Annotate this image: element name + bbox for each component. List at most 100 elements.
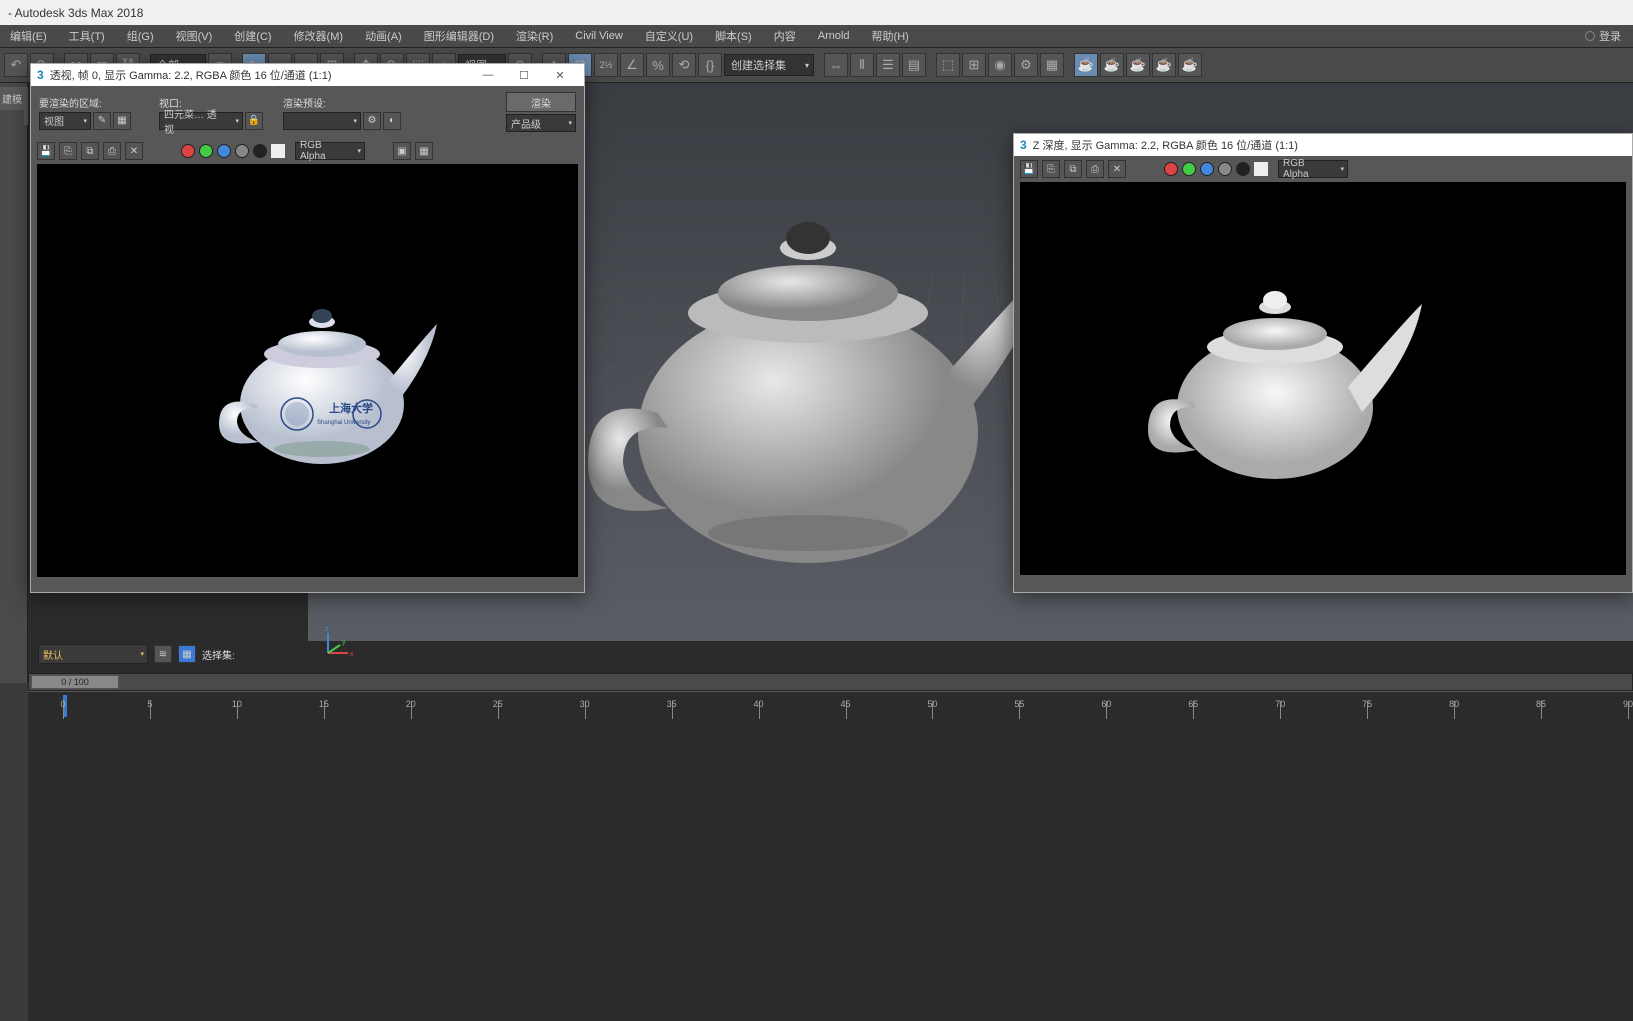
render-setup-icon-button[interactable]: ⚙ bbox=[363, 112, 381, 130]
copy-button[interactable]: ⎘ bbox=[1042, 160, 1060, 178]
close-button[interactable]: ✕ bbox=[542, 65, 578, 85]
layer-toggle-button[interactable]: ≋ bbox=[154, 645, 172, 663]
env-button[interactable]: ◐ bbox=[383, 112, 401, 130]
render-title: 透视, 帧 0, 显示 Gamma: 2.2, RGBA 颜色 16 位/通道 … bbox=[50, 67, 332, 83]
user-icon bbox=[1585, 31, 1595, 41]
menu-civil-view[interactable]: Civil View bbox=[575, 30, 622, 42]
save-image-button[interactable]: 💾 bbox=[37, 142, 55, 160]
spinner-snap-button[interactable]: ⟲ bbox=[672, 53, 696, 77]
product-dropdown[interactable]: 产品级 bbox=[506, 114, 576, 132]
channel-dropdown[interactable]: RGB Alpha bbox=[1278, 160, 1348, 178]
channel-blue-button[interactable] bbox=[217, 144, 231, 158]
overlay-b-button[interactable]: ▦ bbox=[415, 142, 433, 160]
clone-button[interactable]: ⧉ bbox=[81, 142, 99, 160]
region-dropdown[interactable]: 视图 bbox=[39, 112, 91, 130]
menu-arnold[interactable]: Arnold bbox=[818, 30, 850, 42]
isolate-button[interactable]: ▦ bbox=[178, 645, 196, 663]
menu-create[interactable]: 创建(C) bbox=[234, 28, 271, 44]
render-prod-button[interactable]: ☕ bbox=[1074, 53, 1098, 77]
menu-animation[interactable]: 动画(A) bbox=[365, 28, 402, 44]
minimize-button[interactable]: ― bbox=[470, 65, 506, 85]
menu-render[interactable]: 渲染(R) bbox=[516, 28, 553, 44]
teapot-model[interactable] bbox=[558, 153, 1058, 573]
menu-edit[interactable]: 编辑(E) bbox=[10, 28, 47, 44]
region-edit-button[interactable]: ✎ bbox=[93, 112, 111, 130]
render-frame-button[interactable]: ▦ bbox=[1040, 53, 1064, 77]
material-button[interactable]: ◉ bbox=[988, 53, 1012, 77]
channel-mono-button[interactable] bbox=[253, 144, 267, 158]
render-last-button[interactable]: ☕ bbox=[1178, 53, 1202, 77]
menu-modifiers[interactable]: 修改器(M) bbox=[294, 28, 344, 44]
schematic-button[interactable]: ⊞ bbox=[962, 53, 986, 77]
render-button[interactable]: 渲染 bbox=[506, 92, 576, 112]
menu-help[interactable]: 帮助(H) bbox=[872, 28, 909, 44]
login-button[interactable]: 登录 bbox=[1585, 28, 1621, 44]
time-slider-track[interactable]: 0 / 100 bbox=[28, 673, 1633, 691]
render-iter-button[interactable]: ☕ bbox=[1100, 53, 1124, 77]
save-image-button[interactable]: 💾 bbox=[1020, 160, 1038, 178]
render-online-button[interactable]: ☕ bbox=[1152, 53, 1176, 77]
channel-green-button[interactable] bbox=[199, 144, 213, 158]
preset-dropdown[interactable] bbox=[283, 112, 361, 130]
snap2-button[interactable]: 2½ bbox=[594, 53, 618, 77]
rendered-teapot-icon: 上海大学 Shanghai University bbox=[197, 264, 447, 474]
left-panel: 建模 定义流 bbox=[0, 83, 28, 683]
ribbon-button[interactable]: ▤ bbox=[902, 53, 926, 77]
render-canvas-zdepth[interactable] bbox=[1020, 182, 1626, 575]
render-window-titlebar-z[interactable]: 3 Z 深度, 显示 Gamma: 2.2, RGBA 颜色 16 位/通道 (… bbox=[1014, 134, 1632, 156]
menu-customize[interactable]: 自定义(U) bbox=[645, 28, 693, 44]
region-auto-button[interactable]: ▦ bbox=[113, 112, 131, 130]
print-button[interactable]: ⎙ bbox=[1086, 160, 1104, 178]
maximize-button[interactable]: ☐ bbox=[506, 65, 542, 85]
menu-view[interactable]: 视图(V) bbox=[176, 28, 213, 44]
edit-named-sel-button[interactable]: {} bbox=[698, 53, 722, 77]
tick-label: 30 bbox=[580, 699, 590, 709]
channel-rgb-button[interactable] bbox=[1254, 162, 1268, 176]
layer-button[interactable]: ☰ bbox=[876, 53, 900, 77]
menu-content[interactable]: 内容 bbox=[774, 28, 796, 44]
channel-red-button[interactable] bbox=[181, 144, 195, 158]
timeline[interactable]: 051015202530354045505560657075808590 bbox=[28, 691, 1633, 719]
mirror-button[interactable]: ⇔ bbox=[824, 53, 848, 77]
channel-alpha-button[interactable] bbox=[1218, 162, 1232, 176]
render-setup-button[interactable]: ⚙ bbox=[1014, 53, 1038, 77]
lock-button[interactable]: 🔒 bbox=[245, 112, 263, 130]
channel-red-button[interactable] bbox=[1164, 162, 1178, 176]
app-icon: 3 bbox=[1020, 138, 1027, 152]
print-button[interactable]: ⎙ bbox=[103, 142, 121, 160]
render-window-titlebar[interactable]: 3 透视, 帧 0, 显示 Gamma: 2.2, RGBA 颜色 16 位/通… bbox=[31, 64, 584, 86]
clone-button[interactable]: ⧉ bbox=[1064, 160, 1082, 178]
curve-editor-button[interactable]: ⬚ bbox=[936, 53, 960, 77]
clear-button[interactable]: ✕ bbox=[1108, 160, 1126, 178]
named-selection-dropdown[interactable]: 创建选择集 bbox=[724, 54, 814, 76]
channel-dropdown[interactable]: RGB Alpha bbox=[295, 142, 365, 160]
overlay-a-button[interactable]: ▣ bbox=[393, 142, 411, 160]
undo-button[interactable]: ↶ bbox=[4, 53, 28, 77]
layer-dropdown[interactable]: 默认 bbox=[38, 644, 148, 664]
percent-snap-button[interactable]: % bbox=[646, 53, 670, 77]
menu-graph-editors[interactable]: 图形编辑器(D) bbox=[424, 28, 494, 44]
svg-text:x: x bbox=[350, 651, 354, 658]
svg-text:y: y bbox=[342, 639, 346, 646]
channel-blue-button[interactable] bbox=[1200, 162, 1214, 176]
render-canvas-rgba[interactable]: 上海大学 Shanghai University bbox=[37, 164, 578, 577]
channel-mono-button[interactable] bbox=[1236, 162, 1250, 176]
render-active-button[interactable]: ☕ bbox=[1126, 53, 1150, 77]
copy-button[interactable]: ⎘ bbox=[59, 142, 77, 160]
channel-alpha-button[interactable] bbox=[235, 144, 249, 158]
menu-group[interactable]: 组(G) bbox=[127, 28, 154, 44]
tick-label: 20 bbox=[406, 699, 416, 709]
preset-label: 渲染预设: bbox=[283, 95, 401, 110]
menu-tools[interactable]: 工具(T) bbox=[69, 28, 105, 44]
viewport-dropdown[interactable]: 四元菜… 透视 bbox=[159, 112, 243, 130]
tick-label: 10 bbox=[232, 699, 242, 709]
menu-script[interactable]: 脚本(S) bbox=[715, 28, 752, 44]
channel-green-button[interactable] bbox=[1182, 162, 1196, 176]
time-slider-thumb[interactable]: 0 / 100 bbox=[31, 675, 119, 689]
align-button[interactable]: ⫴ bbox=[850, 53, 874, 77]
clear-button[interactable]: ✕ bbox=[125, 142, 143, 160]
angle-snap-button[interactable]: ∠ bbox=[620, 53, 644, 77]
left-tab-modeling[interactable]: 建模 bbox=[0, 87, 24, 110]
channel-rgb-button[interactable] bbox=[271, 144, 285, 158]
tick-label: 85 bbox=[1536, 699, 1546, 709]
